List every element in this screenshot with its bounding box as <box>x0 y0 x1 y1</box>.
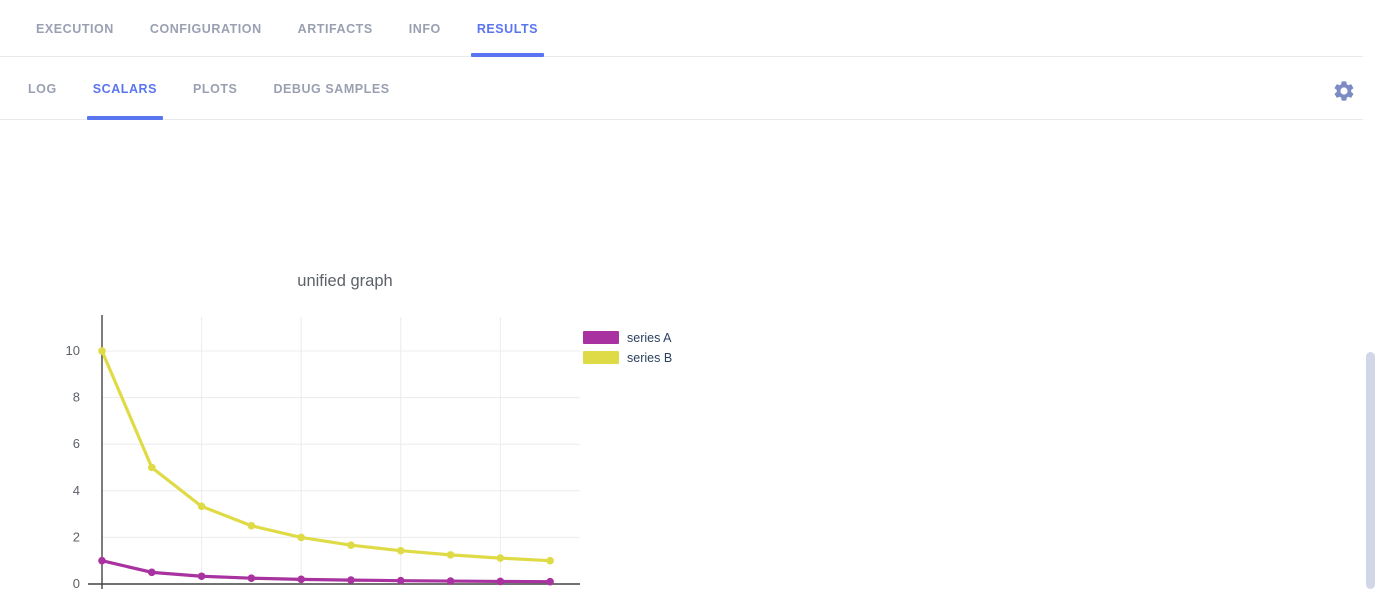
tab-info[interactable]: INFO <box>391 0 459 57</box>
legend-item-series-a[interactable]: series A <box>583 328 672 347</box>
legend-label-series-a: series A <box>627 331 671 345</box>
svg-text:2: 2 <box>73 529 80 544</box>
tab-results[interactable]: RESULTS <box>459 0 556 57</box>
tab-log-label: LOG <box>28 82 57 96</box>
svg-text:0: 0 <box>73 576 80 589</box>
tab-log[interactable]: LOG <box>10 57 75 120</box>
tab-scalars-label: SCALARS <box>93 82 157 96</box>
gear-icon <box>1332 79 1356 103</box>
tab-execution[interactable]: EXECUTION <box>18 0 132 57</box>
y-tick-labels: 0 2 4 6 8 10 <box>66 343 80 589</box>
tab-debug-samples-label: DEBUG SAMPLES <box>273 82 389 96</box>
series-layer <box>98 347 554 585</box>
primary-tab-bar: EXECUTION CONFIGURATION ARTIFACTS INFO R… <box>0 0 1378 57</box>
svg-text:10: 10 <box>66 343 80 358</box>
tab-artifacts-label: ARTIFACTS <box>298 22 373 36</box>
tab-execution-label: EXECUTION <box>36 22 114 36</box>
svg-text:8: 8 <box>73 390 80 405</box>
axis-lines <box>88 315 580 589</box>
secondary-tab-bar: LOG SCALARS PLOTS DEBUG SAMPLES <box>0 57 1378 120</box>
legend-swatch-series-a <box>583 331 619 344</box>
svg-text:6: 6 <box>73 436 80 451</box>
page-scrollbar-thumb[interactable] <box>1366 352 1375 589</box>
tab-plots-label: PLOTS <box>193 82 237 96</box>
settings-button[interactable] <box>1328 75 1360 107</box>
tab-scalars[interactable]: SCALARS <box>75 57 175 120</box>
legend-item-series-b[interactable]: series B <box>583 348 672 367</box>
tab-artifacts[interactable]: ARTIFACTS <box>280 0 391 57</box>
tab-configuration[interactable]: CONFIGURATION <box>132 0 280 57</box>
tab-plots[interactable]: PLOTS <box>175 57 255 120</box>
tab-configuration-label: CONFIGURATION <box>150 22 262 36</box>
tab-results-label: RESULTS <box>477 22 538 36</box>
svg-text:4: 4 <box>73 483 80 498</box>
tab-debug-samples[interactable]: DEBUG SAMPLES <box>255 57 407 120</box>
chart-legend: series A series B <box>583 328 672 368</box>
scalar-chart-panel: unified graph 0246810 02468 Iterations s… <box>0 120 1378 588</box>
legend-label-series-b: series B <box>627 351 672 365</box>
legend-swatch-series-b <box>583 351 619 364</box>
tab-info-label: INFO <box>409 22 441 36</box>
page-scrollbar[interactable] <box>1363 0 1378 589</box>
